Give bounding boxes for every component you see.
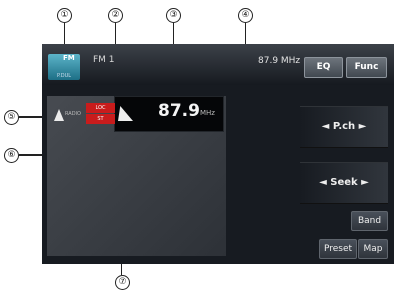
func-button[interactable]: Func (346, 57, 387, 78)
band-indicator: FM 1 (93, 55, 115, 65)
callout-2: ② (108, 8, 123, 23)
callout-4: ④ (238, 8, 253, 23)
source-icon-sublabel: P.DUL (56, 73, 72, 79)
band-button[interactable]: Band (351, 211, 388, 231)
antenna-icon (54, 109, 64, 121)
top-bar: FM P.DUL FM 1 87.9 MHz EQ Func (42, 44, 394, 85)
main-frequency-unit: MHz (200, 109, 215, 117)
top-frequency: 87.9 MHz (258, 56, 301, 66)
callout-3: ③ (166, 8, 181, 23)
seek-button[interactable]: ◄ Seek ► (300, 162, 388, 204)
callout-7: ⑦ (115, 275, 130, 290)
leader-line-3 (173, 23, 174, 44)
source-icon-label: FM (63, 54, 75, 62)
eq-button[interactable]: EQ (304, 57, 343, 78)
radio-screen: FM P.DUL FM 1 87.9 MHz EQ Func RADIO LOC… (42, 44, 394, 264)
callout-1: ① (57, 8, 72, 23)
callout-6: ⑥ (4, 148, 19, 163)
main-frequency: 87.9 (158, 101, 200, 121)
local-indicator: LOC (86, 103, 115, 113)
preset-channel-button[interactable]: ◄ P.ch ► (300, 106, 388, 148)
callout-5: ⑤ (4, 110, 19, 125)
preset-button[interactable]: Preset (319, 239, 357, 259)
radio-label: RADIO (65, 111, 81, 117)
map-button[interactable]: Map (358, 239, 388, 259)
stereo-indicator: ST (86, 114, 115, 124)
